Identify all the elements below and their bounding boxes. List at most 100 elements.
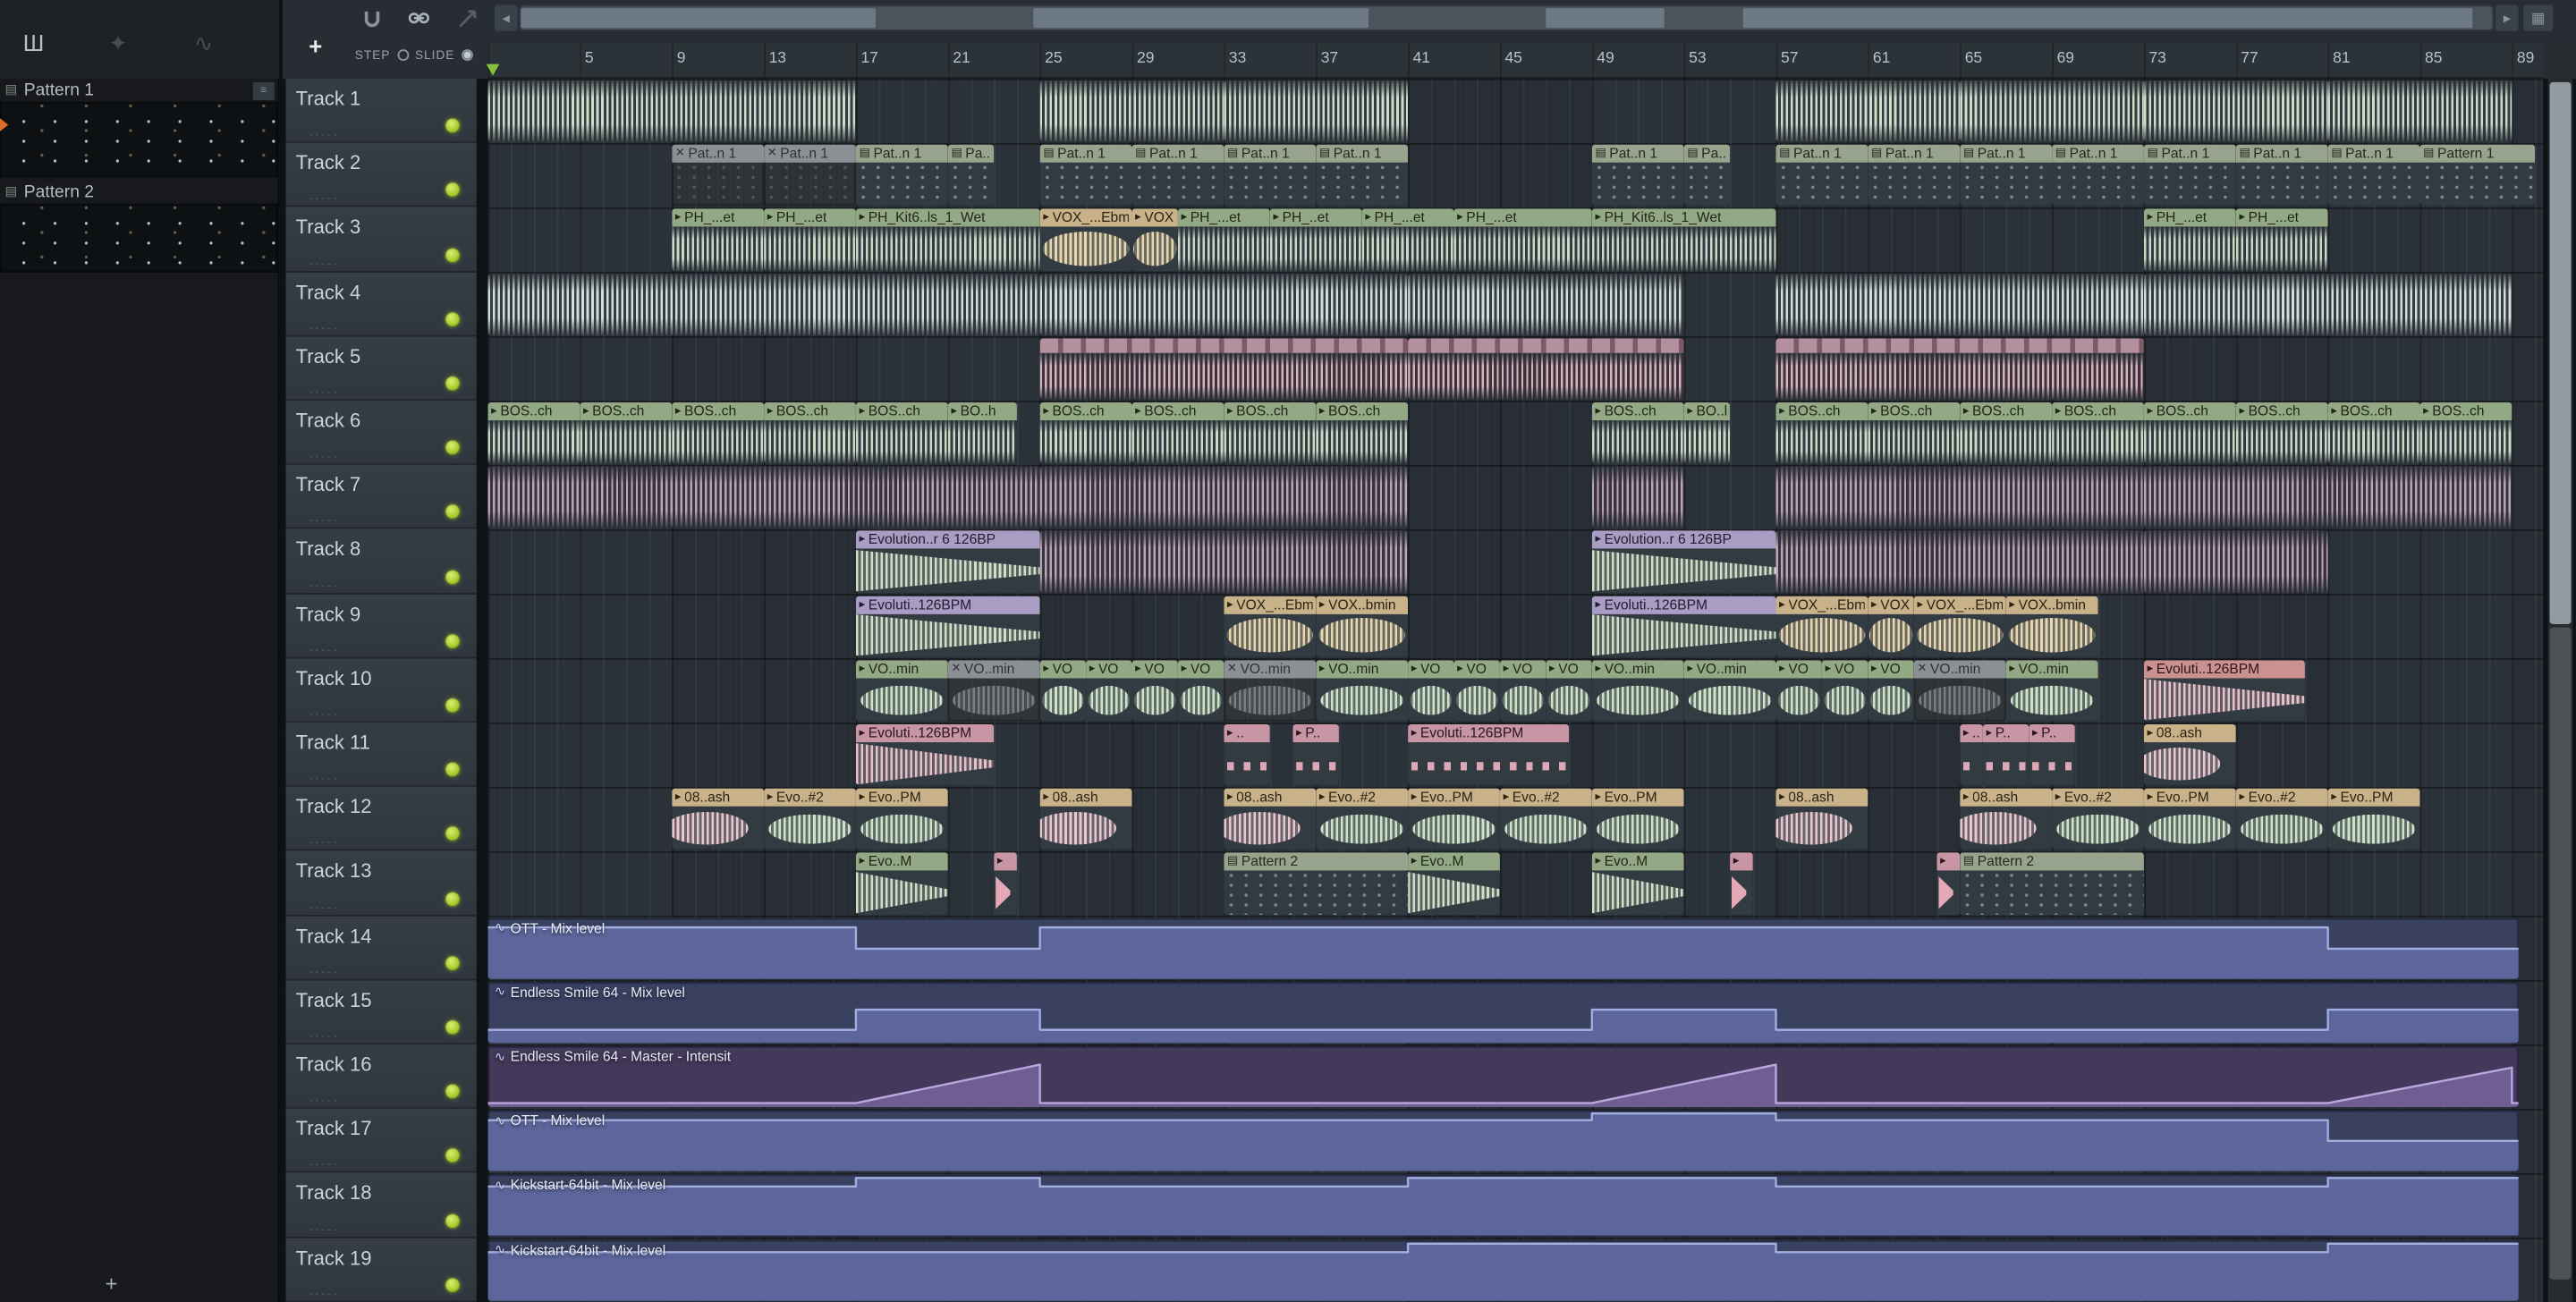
audio-clip[interactable]: ✕ Pat..n 1 xyxy=(764,144,856,207)
audio-clip[interactable]: ▸ xyxy=(994,852,1017,915)
audio-clip[interactable]: ✕ Pat..n 1 xyxy=(672,144,765,207)
track-header[interactable]: Track 15 ····· xyxy=(285,980,477,1045)
audio-clip[interactable]: ▸ BOS..ch xyxy=(1591,402,1684,464)
audio-clip[interactable]: ▸ VO xyxy=(1821,659,1868,722)
track-header[interactable]: Track 2 ····· xyxy=(285,143,477,208)
track-options-dots[interactable]: ····· xyxy=(309,642,339,657)
sparkle-tool-icon[interactable]: ✦ xyxy=(108,30,128,57)
audio-clip[interactable]: ▸VOX_...Ebmin xyxy=(1224,595,1317,657)
track-header[interactable]: Track 11 ····· xyxy=(285,723,477,788)
audio-clip[interactable]: ▸ PH_...et xyxy=(2235,208,2328,271)
track-enable-led[interactable] xyxy=(445,182,461,199)
audio-clip[interactable]: ▸ Evo..M xyxy=(1408,852,1500,915)
track-enable-led[interactable] xyxy=(445,826,461,842)
audio-clip-group[interactable] xyxy=(1408,337,1684,400)
audio-clip[interactable]: ▸ Evoluti..126BPM xyxy=(855,723,995,786)
audio-clip[interactable]: ▸ PH_...et xyxy=(764,208,856,271)
audio-clip[interactable]: ▸ VO xyxy=(1086,659,1132,722)
audio-clip[interactable]: ▸ BOS..ch xyxy=(1316,402,1409,464)
audio-clip[interactable]: ✕ VO..min xyxy=(1913,659,2006,722)
audio-clip[interactable]: ▸ VOX xyxy=(1131,208,1178,271)
track-header[interactable]: Track 19 ····· xyxy=(285,1238,477,1302)
audio-clip[interactable]: ▸ VO xyxy=(1775,659,1822,722)
audio-clip[interactable]: ▸ Evo..#2 xyxy=(1316,788,1409,850)
audio-clip[interactable] xyxy=(1775,466,2144,528)
pattern-item[interactable]: ▤ Pattern 1 xyxy=(0,79,277,100)
track-enable-led[interactable] xyxy=(445,569,461,585)
pattern-clip[interactable]: ▤ Pat..n 1 xyxy=(1591,144,1684,207)
audio-clip[interactable]: ▸ VO..min xyxy=(1683,659,1776,722)
pattern-clip[interactable]: ▤ Pat..n 1 xyxy=(1131,144,1224,207)
track-enable-led[interactable] xyxy=(445,376,461,392)
audio-clip[interactable]: ▸ xyxy=(1936,852,1961,915)
pattern-clip[interactable]: ▤ Pat..n 1 xyxy=(2327,144,2420,207)
audio-clip[interactable]: ▸ BOS..ch xyxy=(2419,402,2512,464)
track-enable-led[interactable] xyxy=(445,762,461,778)
track-header[interactable]: Track 4 ····· xyxy=(285,272,477,337)
track-options-dots[interactable]: ····· xyxy=(309,1157,339,1172)
pattern-clip[interactable]: ▤ Pat..n 1 xyxy=(2235,144,2328,207)
audio-clip[interactable]: ▸ PH_...et xyxy=(1177,208,1270,271)
scroll-right-arrow[interactable]: ▸ xyxy=(2495,4,2519,31)
track-options-dots[interactable]: ····· xyxy=(309,771,339,786)
automation-clip[interactable]: ∿ Endless Smile 64 - Mix level xyxy=(487,981,2520,1044)
scrollbar-thumb[interactable] xyxy=(521,6,2493,30)
track-options-dots[interactable]: ····· xyxy=(309,449,339,464)
audio-clip[interactable] xyxy=(1775,273,2144,335)
audio-clip-group[interactable] xyxy=(1775,337,2144,400)
audio-clip[interactable]: ▸ BOS..ch xyxy=(764,402,856,464)
audio-clip[interactable]: ▸ Evo..#2 xyxy=(2052,788,2144,850)
audio-clip[interactable] xyxy=(1039,80,1224,142)
pattern-clip[interactable]: ▤ Pat..n 1 xyxy=(1039,144,1132,207)
timeline-ruler[interactable]: 5 9 13 17 21 25 29 33 37 41 45 49 53 57 61 65 69 73 77 81 85… xyxy=(486,42,2544,80)
audio-clip[interactable]: ▸ Evo..PM xyxy=(855,788,948,850)
audio-clip[interactable]: ▸ VOX..bmin xyxy=(1316,595,1409,657)
pattern-clip[interactable]: ▤Pa..1 xyxy=(1683,144,1731,207)
audio-clip[interactable]: ▸ Evo..M xyxy=(1591,852,1684,915)
track-header[interactable]: Track 3 ····· xyxy=(285,207,477,273)
add-clip-source-button[interactable]: + xyxy=(309,33,322,59)
audio-clip[interactable] xyxy=(2327,80,2512,142)
audio-clip[interactable]: ▸ Evoluti..126BPM xyxy=(855,595,1040,657)
audio-clip[interactable]: ▸VOX_...Ebmin xyxy=(1775,595,1868,657)
audio-clip[interactable]: ▸ Evo..#2 xyxy=(764,788,856,850)
track-options-dots[interactable]: ····· xyxy=(309,900,339,915)
audio-clip[interactable]: ▸ PH_..et xyxy=(1269,208,1362,271)
audio-clip[interactable]: ▸ PH_Kit6..ls_1_Wet xyxy=(855,208,1040,271)
pattern-clip[interactable]: ▤ Pattern 1 xyxy=(2419,144,2536,207)
audio-clip[interactable]: ▸ xyxy=(1730,852,1753,915)
audio-clip[interactable]: ▸ PH_Kit6..ls_1_Wet xyxy=(1591,208,1776,271)
audio-clip[interactable]: ▸ PH_...et xyxy=(672,208,765,271)
audio-clip[interactable]: ▸ P.. xyxy=(1982,723,2029,786)
audio-clip[interactable]: ▸ BOS..ch xyxy=(672,402,765,464)
audio-clip[interactable]: ▸ Evo..PM xyxy=(2143,788,2236,850)
automation-clip[interactable]: ∿ OTT - Mix level xyxy=(487,917,2520,979)
audio-clip[interactable]: ▸ BOS..ch xyxy=(1868,402,1961,464)
audio-clip[interactable] xyxy=(2143,273,2512,335)
pattern-clip[interactable]: ▤ Pat..n 1 xyxy=(2052,144,2144,207)
playlist-grid[interactable]: ✕Pat..n 1✕Pat..n 1▤Pat..n 1▤Pa..1▤Pat..n… xyxy=(487,79,2544,1302)
scrollbar-track[interactable] xyxy=(519,4,2495,31)
audio-clip[interactable] xyxy=(1591,466,1684,528)
audio-clip-group[interactable] xyxy=(1039,337,1409,400)
pattern-preview-thumbnail[interactable] xyxy=(0,101,278,178)
audio-clip[interactable]: ▸BO..h xyxy=(1683,402,1731,464)
track-options-dots[interactable]: ····· xyxy=(309,964,339,979)
audio-clip[interactable] xyxy=(487,466,1040,528)
audio-clip[interactable] xyxy=(2143,466,2512,528)
audio-clip[interactable]: ▸ VO..min xyxy=(2005,659,2098,722)
audio-clip[interactable]: ▸VOX_...Ebmin xyxy=(1039,208,1132,271)
audio-clip[interactable] xyxy=(1224,80,1409,142)
audio-clip[interactable]: ▸ 08..ash xyxy=(1039,788,1132,850)
audio-clip[interactable]: ▸ BOS..ch xyxy=(2143,402,2236,464)
audio-clip[interactable]: ▸ Evo..#2 xyxy=(2235,788,2328,850)
audio-clip[interactable]: ▸ 08..ash xyxy=(1775,788,1868,850)
track-enable-led[interactable] xyxy=(445,1084,461,1100)
slide-link-icon[interactable] xyxy=(406,5,432,31)
pattern-clip[interactable]: ▤ Pattern 2 xyxy=(1224,852,1409,915)
track-header[interactable]: Track 16 ····· xyxy=(285,1044,477,1110)
track-enable-led[interactable] xyxy=(445,633,461,649)
track-header[interactable]: Track 5 ····· xyxy=(285,336,477,402)
audio-clip[interactable]: ▸ P.. xyxy=(2029,723,2075,786)
audio-clip[interactable]: ▸ VO xyxy=(1131,659,1178,722)
